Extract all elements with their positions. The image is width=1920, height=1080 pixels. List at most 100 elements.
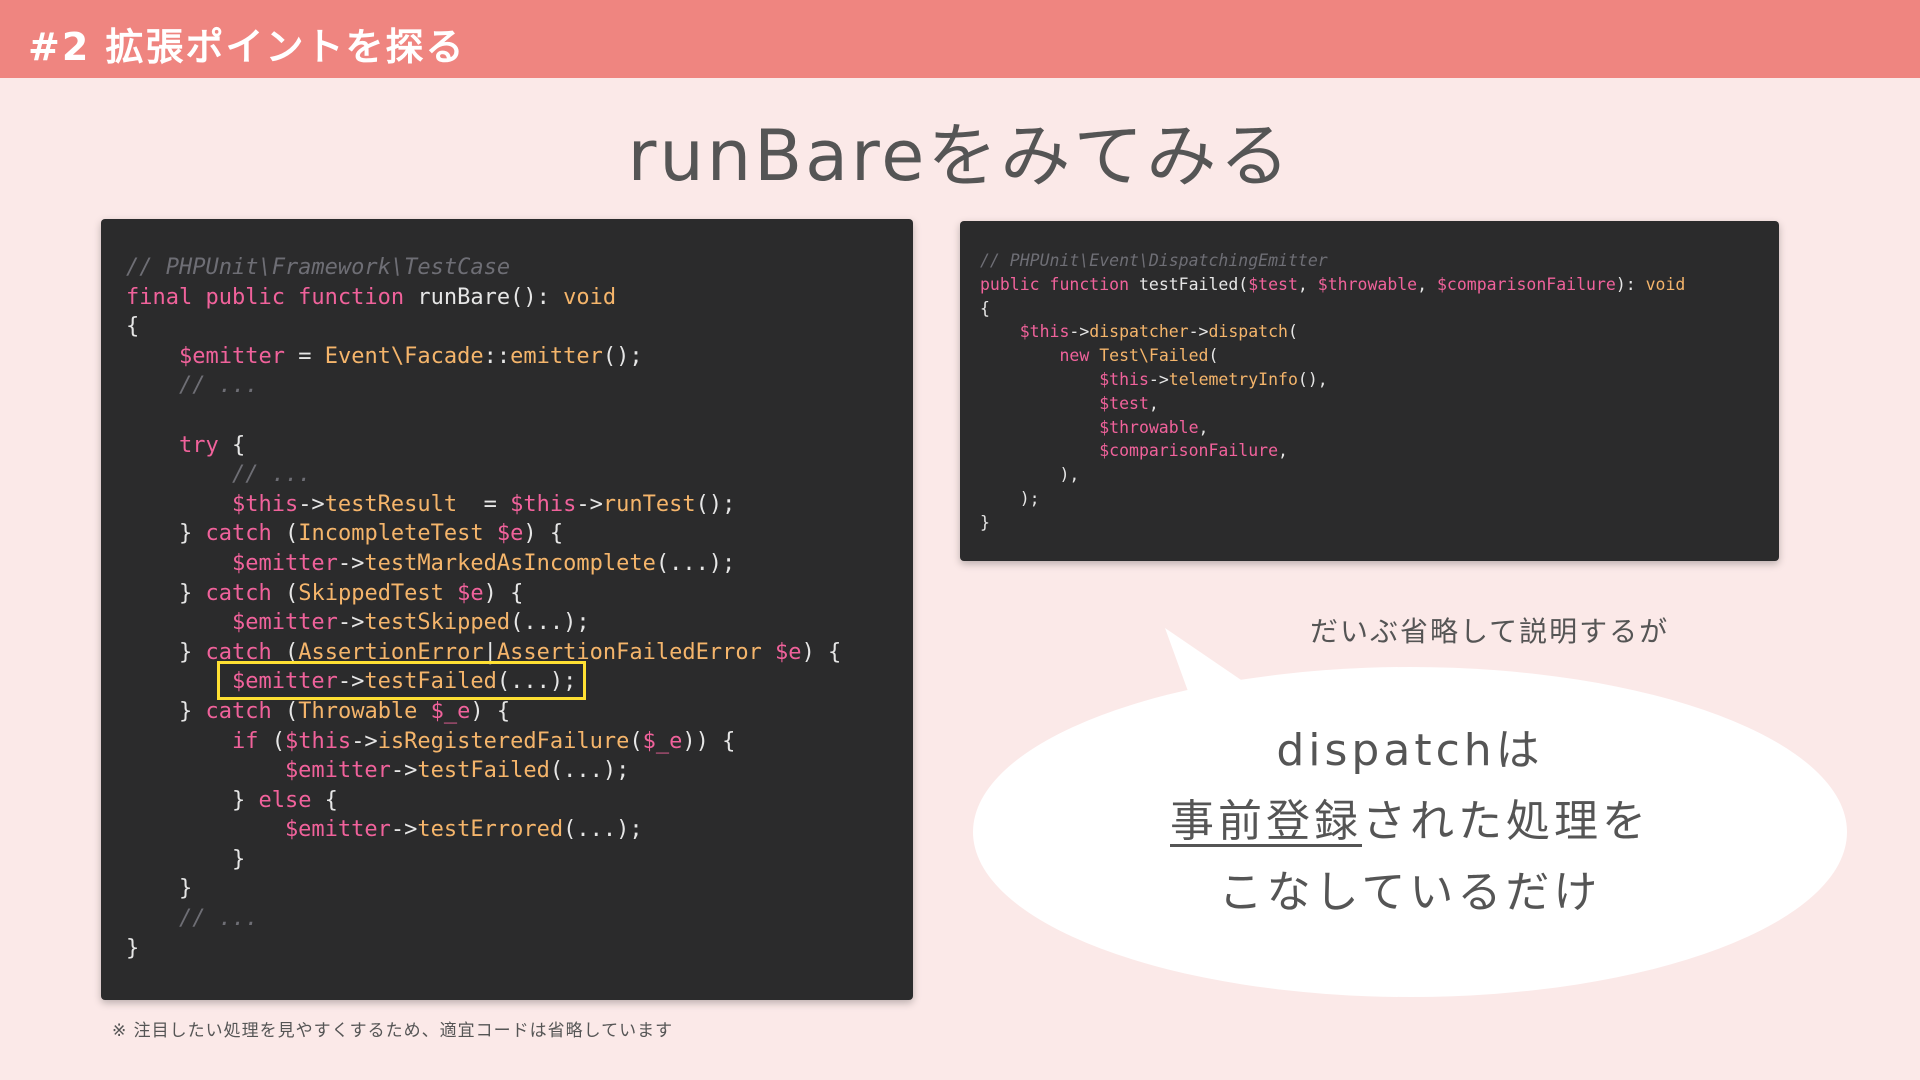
code-panel-testcase: // PHPUnit\Framework\TestCase final publ… [101, 219, 913, 1000]
code-punct: } [980, 512, 990, 532]
code-comment: // ... [126, 462, 312, 488]
slide-title: runBareをみてみる [627, 115, 1293, 197]
header-bar: #2 拡張ポイントを探る [0, 0, 1920, 78]
code-variable: $this [980, 369, 1149, 389]
code-punct: -> [351, 728, 378, 754]
code-comment: // PHPUnit\Event\DispatchingEmitter [980, 251, 1328, 270]
code-keyword: else [258, 787, 312, 813]
code-comment: // PHPUnit\Framework\TestCase [126, 255, 511, 280]
code-property: dispatcher [1089, 322, 1189, 342]
code-variable: $emitter [126, 610, 338, 636]
code-variable: $this [284, 728, 352, 754]
code-punct: } [126, 521, 206, 547]
code-function: testFailed [1129, 274, 1239, 294]
code-class: Throwable [298, 698, 418, 724]
code-punct: -> [1148, 369, 1169, 389]
code-punct: (...); [655, 550, 736, 576]
code-function: dispatch [1208, 322, 1288, 342]
code-function: testMarkedAsIncomplete [364, 550, 656, 576]
footnote: ※ 注目したい処理を見やすくするため、適宜コードは省略しています [112, 1021, 674, 1041]
code-punct: -> [390, 758, 418, 784]
code-punct: -> [1188, 322, 1209, 342]
code-punct: ); [980, 488, 1040, 508]
code-punct: -> [298, 491, 325, 517]
code-punct: } [126, 580, 206, 606]
code-punct: ( [271, 698, 299, 724]
code-variable: $emitter [126, 343, 285, 369]
code-punct: ( [258, 728, 285, 754]
code-keyword: public function [980, 274, 1130, 294]
code-keyword: try [126, 432, 219, 458]
code-punct: (); [602, 343, 643, 369]
code-punct: -> [1069, 322, 1090, 342]
code-variable: $this [510, 491, 577, 517]
code-comment: // ... [126, 906, 259, 932]
code-punct: ( [629, 728, 643, 754]
bubble-line-1: dispatchは [1276, 725, 1544, 776]
code-function: testErrored [417, 817, 564, 843]
code-punct: { [311, 787, 338, 813]
code-comment: // ... [126, 373, 259, 399]
code-punct: -> [337, 610, 365, 636]
code-class: Event\Facade [324, 343, 484, 369]
code-function: emitter [510, 343, 603, 369]
bubble-caption: だいぶ省略して説明するが [1310, 615, 1670, 648]
code-function: testSkipped [364, 610, 511, 636]
code-block-testfailed: // PHPUnit\Event\DispatchingEmitter publ… [980, 249, 1685, 535]
bubble-message: dispatchは 事前登録された処理を こなしているだけ [1010, 715, 1810, 928]
code-class: SkippedTest [298, 580, 444, 606]
code-punct: } [126, 876, 193, 902]
code-punct: = [284, 343, 325, 369]
code-punct: = [457, 491, 511, 517]
code-block-runbare: // PHPUnit\Framework\TestCase final publ… [126, 253, 841, 963]
code-punct: ) { [483, 580, 524, 606]
code-punct: } [126, 935, 140, 961]
code-punct: (); [695, 491, 736, 517]
code-punct: ) { [470, 698, 511, 724]
code-variable: $test [980, 393, 1149, 413]
code-variable: $throwable [980, 417, 1199, 437]
code-punct: ( [271, 580, 299, 606]
code-class: IncompleteTest [298, 521, 484, 547]
code-punct: , [1278, 441, 1288, 461]
code-type: void [1645, 274, 1686, 294]
code-variable: $test [1248, 274, 1298, 294]
code-punct: , [1297, 274, 1318, 294]
code-punct: )) { [682, 728, 736, 754]
code-function: telemetryInfo [1168, 369, 1298, 389]
code-variable: $throwable [1317, 274, 1418, 294]
code-punct: ( [1287, 322, 1298, 342]
code-type: void [563, 284, 617, 310]
code-keyword: catch [205, 580, 272, 606]
code-function: runTest [602, 491, 696, 517]
code-punct: ): [1615, 274, 1646, 294]
code-punct: (...); [549, 758, 630, 784]
code-variable: $this [126, 491, 299, 517]
code-keyword: catch [205, 521, 272, 547]
code-punct: , [1417, 274, 1437, 294]
highlight-box-testfailed [217, 661, 586, 700]
code-punct: ), [980, 465, 1080, 485]
code-property: testResult [324, 491, 458, 517]
code-keyword: catch [205, 698, 272, 724]
code-variable: $comparisonFailure [980, 441, 1279, 461]
code-panel-dispatching-emitter: // PHPUnit\Event\DispatchingEmitter publ… [960, 221, 1779, 561]
code-punct: (): [510, 284, 564, 310]
code-keyword: new [980, 346, 1090, 366]
code-punct: , [1198, 417, 1209, 437]
code-punct: { [218, 432, 246, 458]
code-keyword: if [126, 728, 259, 754]
code-function: testFailed [417, 758, 550, 784]
code-keyword: final public function [126, 284, 405, 310]
code-punct: ) { [801, 639, 842, 665]
code-variable: $comparisonFailure [1437, 274, 1616, 294]
code-punct: ) { [523, 521, 564, 547]
code-variable: $emitter [126, 817, 391, 843]
code-punct: :: [483, 343, 511, 369]
code-variable: $_e [642, 728, 683, 754]
code-punct: { [980, 298, 990, 318]
code-variable: $e [761, 639, 802, 665]
code-punct: -> [337, 550, 365, 576]
code-variable: $_e [417, 698, 471, 724]
code-variable: $e [483, 521, 524, 547]
